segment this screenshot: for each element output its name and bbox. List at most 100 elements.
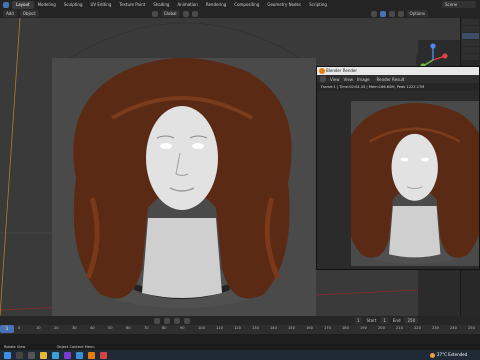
- frame-tick-label: 0: [18, 326, 21, 330]
- tab-geometry-nodes[interactable]: Geometry Nodes: [263, 1, 305, 9]
- workspace-tabs: Layout Modeling Sculpting UV Editing Tex…: [0, 0, 480, 9]
- viewport-shading-rendered-icon[interactable]: [397, 10, 404, 17]
- outliner-row-selected[interactable]: [462, 33, 479, 39]
- frame-tick-label: 90: [180, 326, 185, 330]
- frame-tick-label: 80: [162, 326, 167, 330]
- top-bar: Layout Modeling Sculpting UV Editing Tex…: [0, 0, 480, 18]
- tab-sculpting[interactable]: Sculpting: [60, 1, 87, 9]
- timeline-ruler[interactable]: 1 0 10 20 30 40 50 60 70 80 90 100 110 120 130 140 150 1…: [0, 325, 480, 334]
- start-frame-field[interactable]: 1: [380, 317, 389, 324]
- render-info: Frame:1 | Time:00:04.33 | Mem:166.60M, P…: [317, 83, 479, 91]
- frame-tick-label: 30: [72, 326, 77, 330]
- frame-tick-label: 200: [378, 326, 385, 330]
- frame-tick-label: 40: [90, 326, 95, 330]
- tab-compositing[interactable]: Compositing: [230, 1, 263, 9]
- windows-taskbar: 27°C Extended: [0, 350, 480, 360]
- render-window-titlebar[interactable]: Blender Render: [317, 67, 479, 75]
- frame-tick-label: 10: [36, 326, 41, 330]
- frame-tick-label: 250: [468, 326, 475, 330]
- view-menu[interactable]: View: [330, 77, 340, 82]
- options-menu[interactable]: Options: [406, 10, 428, 17]
- viewport-shading-solid-icon[interactable]: [379, 10, 386, 17]
- browser-icon[interactable]: [52, 351, 59, 359]
- status-middle: Object Context Menu: [56, 345, 95, 349]
- tab-scripting[interactable]: Scripting: [305, 1, 331, 9]
- app-icon[interactable]: [64, 351, 71, 359]
- add-menu[interactable]: Add: [3, 10, 17, 17]
- tab-shading[interactable]: Shading: [149, 1, 173, 9]
- tab-rendering[interactable]: Rendering: [202, 1, 230, 9]
- tab-uv-editing[interactable]: UV Editing: [87, 1, 116, 9]
- snap-icon[interactable]: [182, 10, 189, 17]
- blender-taskbar-icon[interactable]: [88, 351, 95, 359]
- proportional-edit-icon[interactable]: [191, 10, 198, 17]
- outliner-row[interactable]: [462, 19, 479, 25]
- task-view-icon[interactable]: [28, 351, 35, 359]
- frame-tick-label: 130: [252, 326, 259, 330]
- frame-tick-label: 240: [450, 326, 457, 330]
- transform-orientation-icon[interactable]: [151, 10, 158, 17]
- outliner-row[interactable]: [462, 54, 479, 60]
- render-result-image: [351, 101, 479, 266]
- jump-end-icon[interactable]: [184, 317, 190, 324]
- render-window-title: Blender Render: [326, 68, 358, 73]
- object-menu[interactable]: Object: [19, 10, 39, 17]
- tab-animation[interactable]: Animation: [173, 1, 201, 9]
- outliner-row[interactable]: [462, 40, 479, 46]
- frame-tick-label: 180: [342, 326, 349, 330]
- transform-orientation-select[interactable]: Global: [160, 10, 180, 17]
- viewport-header: Add Object Global Options: [0, 9, 480, 18]
- app-icon[interactable]: [100, 351, 107, 359]
- frame-tick-label: 190: [360, 326, 367, 330]
- frame-tick-label: 50: [108, 326, 113, 330]
- play-icon[interactable]: [174, 317, 180, 324]
- frame-tick-label: 230: [432, 326, 439, 330]
- frame-tick-label: 140: [270, 326, 277, 330]
- timeline-controls: 1 Start 1 End 250: [0, 316, 480, 325]
- playhead[interactable]: 1: [0, 325, 14, 333]
- outliner-row[interactable]: [462, 26, 479, 32]
- status-left: Rotate View: [4, 345, 26, 349]
- frame-tick-label: 70: [144, 326, 149, 330]
- frame-tick-label: 160: [306, 326, 313, 330]
- end-frame-field[interactable]: 250: [404, 317, 419, 324]
- play-reverse-icon[interactable]: [164, 317, 170, 324]
- render-window[interactable]: Blender Render View View Image Render Re…: [316, 66, 480, 270]
- frame-tick-label: 100: [198, 326, 205, 330]
- tab-layout[interactable]: Layout: [12, 0, 34, 9]
- camera-render-preview: [52, 58, 316, 316]
- windows-start-icon[interactable]: [4, 351, 11, 359]
- hair-character-render: [351, 103, 479, 264]
- tab-modeling[interactable]: Modeling: [34, 1, 60, 9]
- jump-start-icon[interactable]: [154, 317, 160, 324]
- frame-tick-label: 210: [396, 326, 403, 330]
- current-frame-field[interactable]: 1: [354, 317, 363, 324]
- frame-tick-label: 170: [324, 326, 331, 330]
- viewport-shading-material-icon[interactable]: [388, 10, 395, 17]
- start-label: Start: [366, 318, 377, 323]
- blender-logo-icon[interactable]: [3, 1, 9, 8]
- sun-icon: [430, 352, 435, 358]
- render-result-select[interactable]: Render Result: [373, 75, 408, 83]
- weather-widget[interactable]: 27°C Extended: [430, 350, 467, 360]
- outliner-row[interactable]: [462, 47, 479, 53]
- view-menu-2[interactable]: View: [344, 77, 354, 82]
- store-icon[interactable]: [76, 351, 83, 359]
- tab-texture-paint[interactable]: Texture Paint: [115, 1, 149, 9]
- frame-tick-label: 110: [216, 326, 223, 330]
- editor-type-icon[interactable]: [320, 76, 326, 82]
- visibility-icon[interactable]: [370, 10, 377, 17]
- hair-character-render: [73, 58, 292, 308]
- frame-tick-label: 20: [54, 326, 59, 330]
- file-explorer-icon[interactable]: [40, 351, 47, 359]
- end-label: End: [392, 318, 401, 323]
- image-menu[interactable]: Image: [357, 77, 370, 82]
- frame-tick-label: 120: [234, 326, 241, 330]
- timeline-panel[interactable]: 1 Start 1 End 250 1 0 10 20 30 40 50 60 70 80 90 1…: [0, 316, 480, 344]
- search-icon[interactable]: [16, 351, 23, 359]
- blender-logo-icon: [319, 68, 325, 74]
- frame-tick-label: 150: [288, 326, 295, 330]
- scene-selector[interactable]: Scene: [442, 1, 476, 8]
- timeline-keyframe-area[interactable]: [0, 334, 480, 344]
- render-window-toolbar: View View Image Render Result: [317, 75, 479, 83]
